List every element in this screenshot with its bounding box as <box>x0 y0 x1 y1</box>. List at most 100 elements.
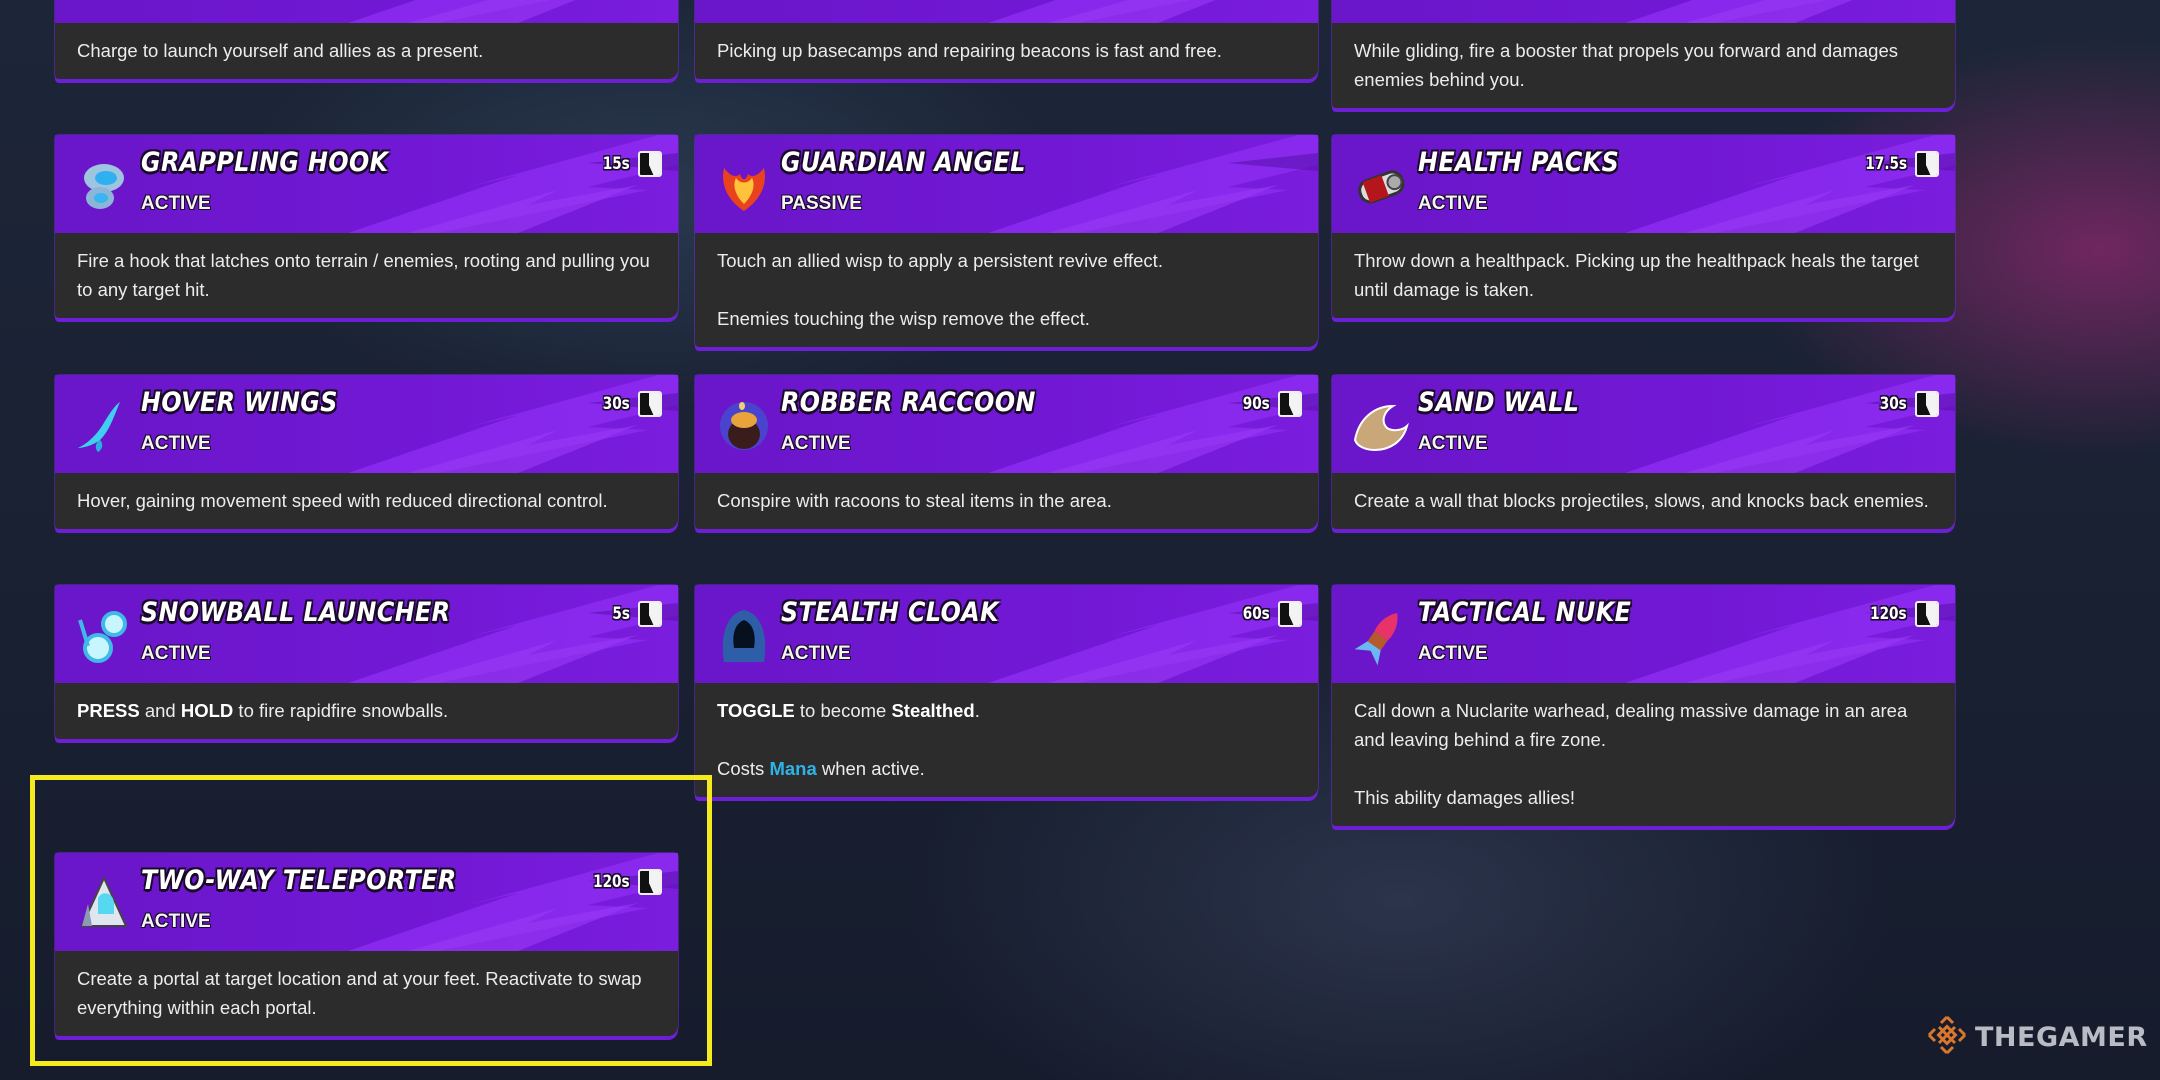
card-type: ACTIVE <box>781 643 851 664</box>
card-description: Call down a Nuclarite warhead, dealing m… <box>1332 683 1955 826</box>
card-type: ACTIVE <box>141 643 211 664</box>
card-header: TACTICAL NUKE ACTIVE 120s <box>1332 585 1955 683</box>
lightning-decoration <box>348 0 576 23</box>
description-line: Hover, gaining movement speed with reduc… <box>77 490 608 511</box>
cooldown-text: 30s <box>1879 394 1907 414</box>
cooldown: 120s <box>1861 601 1939 627</box>
hood-icon <box>713 605 775 667</box>
card-type: ACTIVE <box>141 433 211 454</box>
cooldown-text: 17.5s <box>1865 154 1907 174</box>
description-line: Call down a Nuclarite warhead, dealing m… <box>1354 700 1908 750</box>
card-description: PRESS and HOLD to fire rapidfire snowbal… <box>55 683 678 739</box>
snowball-icon <box>73 605 135 667</box>
description-line: Charge to launch yourself and allies as … <box>77 40 484 61</box>
cooldown-icon <box>1915 601 1939 627</box>
card-type: ACTIVE <box>1418 643 1488 664</box>
ability-card-guardian-angel[interactable]: GUARDIAN ANGEL PASSIVE Touch an allied w… <box>695 135 1318 347</box>
ability-card[interactable]: Picking up basecamps and repairing beaco… <box>695 0 1318 79</box>
keyword: PRESS <box>77 700 140 721</box>
cooldown: 30s <box>596 391 662 417</box>
cooldown-text: 15s <box>602 154 630 174</box>
card-description: TOGGLE to become Stealthed. Costs Mana wh… <box>695 683 1318 797</box>
card-description: While gliding, fire a booster that prope… <box>1332 23 1955 108</box>
card-description: Picking up basecamps and repairing beaco… <box>695 23 1318 79</box>
cooldown-text: 30s <box>602 394 630 414</box>
text-segment: . <box>974 700 980 721</box>
phoenix-icon <box>713 155 775 217</box>
cooldown: 60s <box>1236 601 1302 627</box>
ability-card-snowball-launcher[interactable]: SNOWBALL LAUNCHER ACTIVE 5s PRESS and HO… <box>55 585 678 739</box>
ability-card[interactable]: While gliding, fire a booster that prope… <box>1332 0 1955 108</box>
cooldown-icon <box>1278 391 1302 417</box>
cooldown-text: 90s <box>1242 394 1270 414</box>
card-description: Hover, gaining movement speed with reduc… <box>55 473 678 529</box>
card-header: ROBBER RACCOON ACTIVE 90s <box>695 375 1318 473</box>
wing-icon <box>73 395 135 457</box>
text-segment: Costs <box>717 758 770 779</box>
keyword: Stealthed <box>891 700 975 721</box>
card-description: Throw down a healthpack. Picking up the … <box>1332 233 1955 318</box>
card-title: SNOWBALL LAUNCHER <box>141 597 451 628</box>
description-line: Picking up basecamps and repairing beaco… <box>717 40 1222 61</box>
description-line: TOGGLE to become Stealthed. <box>717 696 1296 725</box>
description-line: Create a wall that blocks projectiles, s… <box>1354 490 1929 511</box>
card-header: HEALTH PACKS ACTIVE 17.5s <box>1332 135 1955 233</box>
ability-card-stealth-cloak[interactable]: STEALTH CLOAK ACTIVE 60s TOGGLE to becom… <box>695 585 1318 797</box>
cooldown-text: 60s <box>1242 604 1270 624</box>
card-type: PASSIVE <box>781 193 862 214</box>
watermark-text: THEGAMER <box>1975 1022 2148 1053</box>
card-title: HEALTH PACKS <box>1418 147 1620 178</box>
card-title: SAND WALL <box>1418 387 1580 418</box>
text-segment: to fire rapidfire snowballs. <box>233 700 449 721</box>
cooldown-icon <box>1915 391 1939 417</box>
cooldown: 30s <box>1873 391 1939 417</box>
health-pack-icon <box>1350 155 1412 217</box>
warhead-icon <box>1350 605 1412 667</box>
card-title: HOVER WINGS <box>141 387 338 418</box>
cooldown: 17.5s <box>1855 151 1939 177</box>
card-header <box>1332 0 1955 23</box>
text-segment: and <box>139 700 181 721</box>
ability-card-tactical-nuke[interactable]: TACTICAL NUKE ACTIVE 120s Call down a Nu… <box>1332 585 1955 826</box>
cooldown-icon <box>638 391 662 417</box>
ability-card[interactable]: Charge to launch yourself and allies as … <box>55 0 678 79</box>
basecamp-icon <box>713 0 775 7</box>
description-line: Touch an allied wisp to apply a persiste… <box>717 250 1163 271</box>
thegamer-logo-icon <box>1925 1013 1969 1062</box>
description-line: While gliding, fire a booster that prope… <box>1354 40 1898 90</box>
lightning-decoration <box>988 0 1216 23</box>
cooldown: 5s <box>608 601 662 627</box>
watermark: THEGAMER <box>1925 1013 2148 1062</box>
card-header <box>695 0 1318 23</box>
cooldown-icon <box>638 151 662 177</box>
text-segment: when active. <box>816 758 925 779</box>
card-description: Fire a hook that latches onto terrain / … <box>55 233 678 318</box>
keyword: TOGGLE <box>717 700 795 721</box>
sand-wave-icon <box>1350 395 1412 457</box>
card-header: SNOWBALL LAUNCHER ACTIVE 5s <box>55 585 678 683</box>
lightning-decoration <box>1625 375 1955 473</box>
description-line: PRESS and HOLD to fire rapidfire snowbal… <box>77 696 656 725</box>
card-type: ACTIVE <box>141 193 211 214</box>
ability-card-health-packs[interactable]: HEALTH PACKS ACTIVE 17.5s Throw down a h… <box>1332 135 1955 318</box>
card-header: GUARDIAN ANGEL PASSIVE <box>695 135 1318 233</box>
card-description: Conspire with racoons to steal items in … <box>695 473 1318 529</box>
cooldown-text: 5s <box>612 604 630 624</box>
description-line: Throw down a healthpack. Picking up the … <box>1354 250 1919 300</box>
description-line: Costs Mana when active. <box>717 754 1296 783</box>
lightning-decoration <box>1625 0 1853 23</box>
card-title: TACTICAL NUKE <box>1418 597 1632 628</box>
ability-card-robber-raccoon[interactable]: ROBBER RACCOON ACTIVE 90s Conspire with … <box>695 375 1318 529</box>
ability-card-grappling-hook[interactable]: GRAPPLING HOOK ACTIVE 15s Fire a hook th… <box>55 135 678 318</box>
cooldown: 90s <box>1236 391 1302 417</box>
ability-card-hover-wings[interactable]: HOVER WINGS ACTIVE 30s Hover, gaining mo… <box>55 375 678 529</box>
ability-card-sand-wall[interactable]: SAND WALL ACTIVE 30s Create a wall that … <box>1332 375 1955 529</box>
description-line: This ability damages allies! <box>1354 787 1576 808</box>
card-header: SAND WALL ACTIVE 30s <box>1332 375 1955 473</box>
description-line: Fire a hook that latches onto terrain / … <box>77 250 650 300</box>
cooldown: 15s <box>596 151 662 177</box>
card-description: Create a wall that blocks projectiles, s… <box>1332 473 1955 529</box>
cooldown-icon <box>638 601 662 627</box>
card-header: HOVER WINGS ACTIVE 30s <box>55 375 678 473</box>
card-title: GUARDIAN ANGEL <box>781 147 1026 178</box>
